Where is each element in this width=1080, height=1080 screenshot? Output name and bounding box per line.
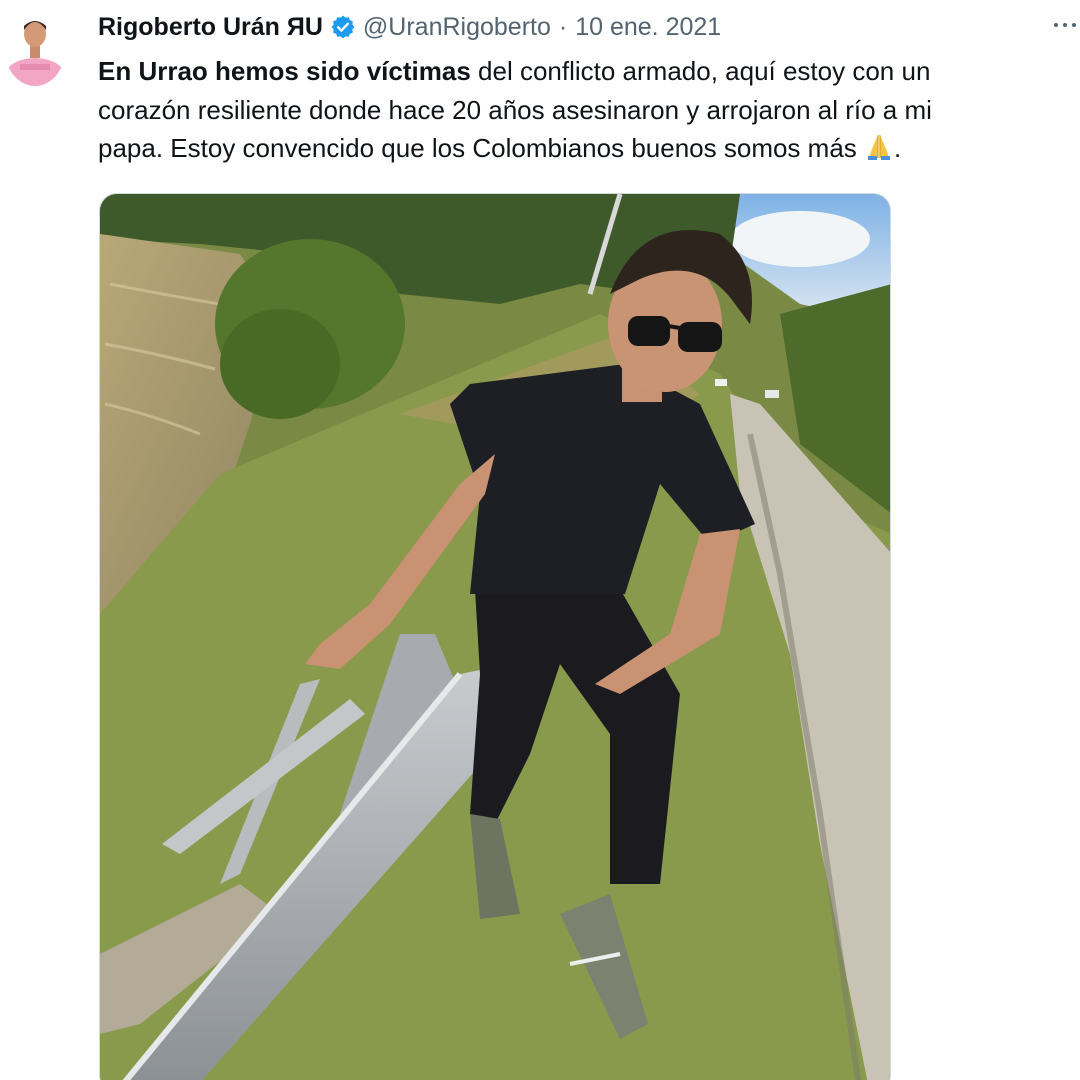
verified-badge-icon — [330, 14, 356, 40]
display-name[interactable]: Rigoberto Urán ЯU — [98, 13, 323, 42]
tweet-text-line-3-end: . — [894, 133, 902, 163]
tweet-text-line-1-rest: del conflicto armado, aquí estoy con un — [470, 56, 931, 86]
tweet-text-line-1: En Urrao hemos sido víctimas del conflic… — [98, 52, 1068, 91]
tweet-photo[interactable] — [99, 193, 891, 1080]
tweet-text-line-3: papa. Estoy convencido que los Colombian… — [98, 129, 1068, 168]
tweet-text-bold: En Urrao hemos sido víctimas — [98, 56, 471, 86]
folded-hands-emoji — [864, 131, 894, 161]
tweet-text-line-3-body: papa. Estoy convencido que los Colombian… — [98, 133, 864, 163]
timestamp[interactable]: 10 ene. 2021 — [575, 13, 721, 42]
more-options-icon[interactable] — [1054, 18, 1076, 32]
tweet-header: Rigoberto Urán ЯU @UranRigoberto · 10 en… — [98, 10, 721, 44]
tweet[interactable]: Rigoberto Urán ЯU @UranRigoberto · 10 en… — [0, 0, 1080, 1080]
separator-dot: · — [558, 12, 568, 41]
tweet-text: En Urrao hemos sido víctimas del conflic… — [98, 52, 1068, 168]
tweet-text-line-2: corazón resiliente donde hace 20 años as… — [98, 94, 932, 125]
avatar[interactable] — [4, 8, 66, 86]
handle[interactable]: @UranRigoberto — [363, 13, 551, 42]
